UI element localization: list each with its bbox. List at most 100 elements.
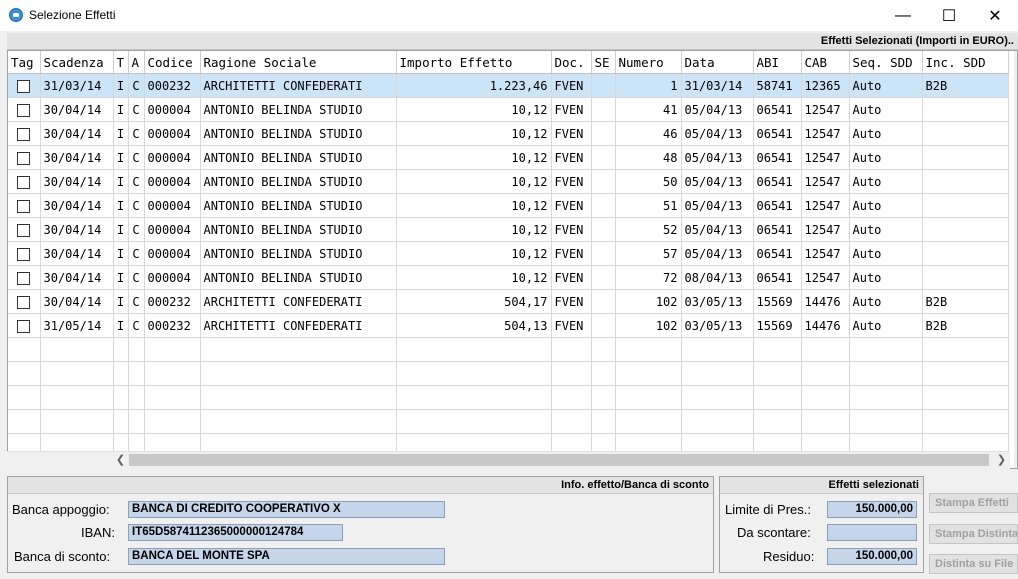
table-row[interactable]: 30/04/14 I C 000004 ANTONIO BELINDA STUDIO 10…: [8, 169, 1009, 194]
tag-checkbox[interactable]: [17, 79, 31, 93]
tag-cell: [8, 217, 41, 242]
scroll-left-icon[interactable]: ❮: [112, 452, 129, 469]
empty-cell: [396, 361, 552, 386]
importo-cell: 10,12: [396, 145, 552, 170]
table-row[interactable]: 31/03/14 I C 000232 ARCHITETTI CONFEDERATI 1.…: [8, 73, 1009, 98]
column-header[interactable]: Tag: [8, 51, 41, 74]
column-header[interactable]: T: [113, 51, 129, 74]
seq-sdd-cell: Auto: [849, 217, 923, 242]
numero-cell: 72: [615, 265, 682, 290]
scrollbar-thumb[interactable]: [129, 454, 989, 466]
empty-cell: [128, 361, 145, 386]
stampa-distinta-button[interactable]: Stampa Distinta: [929, 524, 1018, 544]
ragione-sociale-cell: ANTONIO BELINDA STUDIO: [200, 169, 397, 194]
empty-cell: [113, 385, 129, 410]
codice-cell: 000232: [144, 73, 201, 98]
grid-caption: Effetti Selezionati (Importi in EURO)..: [7, 33, 1018, 50]
iban-field: IT65D5874112365000000124784: [128, 524, 343, 541]
column-header[interactable]: Numero: [615, 51, 682, 74]
abi-cell: 06541: [753, 145, 802, 170]
column-header[interactable]: Inc. SDD: [922, 51, 1009, 74]
close-button[interactable]: ✕: [972, 0, 1018, 31]
column-header[interactable]: A: [128, 51, 145, 74]
vertical-scrollbar[interactable]: [1014, 51, 1017, 468]
column-header[interactable]: Ragione Sociale: [200, 51, 397, 74]
empty-cell: [849, 361, 923, 386]
column-header[interactable]: Doc.: [551, 51, 592, 74]
empty-cell: [200, 337, 397, 362]
tag-checkbox[interactable]: [17, 223, 31, 237]
column-header[interactable]: CAB: [801, 51, 850, 74]
empty-cell: [128, 385, 145, 410]
importo-cell: 10,12: [396, 241, 552, 266]
data-cell: 31/03/14: [681, 73, 754, 98]
scadenza-cell: 31/03/14: [40, 73, 114, 98]
empty-cell: [200, 385, 397, 410]
table-row[interactable]: 30/04/14 I C 000004 ANTONIO BELINDA STUDIO 10…: [8, 265, 1009, 290]
minimize-button[interactable]: —: [880, 0, 926, 31]
stampa-effetti-button[interactable]: Stampa Effetti: [929, 493, 1018, 513]
seq-sdd-cell: Auto: [849, 241, 923, 266]
importo-cell: 10,12: [396, 217, 552, 242]
tag-checkbox[interactable]: [17, 247, 31, 261]
tag-cell: [8, 241, 41, 266]
table-row[interactable]: 31/05/14 I C 000232 ARCHITETTI CONFEDERATI 50…: [8, 313, 1009, 338]
cab-cell: 12547: [801, 145, 850, 170]
empty-cell: [615, 337, 682, 362]
maximize-button[interactable]: ☐: [926, 0, 972, 31]
se-cell: [591, 217, 616, 242]
tag-checkbox[interactable]: [17, 151, 31, 165]
scroll-right-icon[interactable]: ❯: [993, 452, 1010, 469]
abi-cell: 58741: [753, 73, 802, 98]
se-cell: [591, 121, 616, 146]
tag-checkbox[interactable]: [17, 103, 31, 117]
ragione-sociale-cell: ARCHITETTI CONFEDERATI: [200, 313, 397, 338]
cab-cell: 12547: [801, 169, 850, 194]
tag-checkbox[interactable]: [17, 319, 31, 333]
inc-sdd-cell: [922, 169, 1009, 194]
tag-checkbox[interactable]: [17, 199, 31, 213]
a-cell: C: [128, 97, 145, 122]
tag-checkbox[interactable]: [17, 175, 31, 189]
ragione-sociale-cell: ARCHITETTI CONFEDERATI: [200, 73, 397, 98]
tag-checkbox[interactable]: [17, 271, 31, 285]
distinta-su-file-button[interactable]: Distinta su File: [929, 554, 1018, 574]
se-cell: [591, 97, 616, 122]
horizontal-scrollbar[interactable]: ❮ ❯: [7, 451, 1010, 469]
table-row[interactable]: 30/04/14 I C 000004 ANTONIO BELINDA STUDIO 10…: [8, 241, 1009, 266]
scadenza-cell: 30/04/14: [40, 241, 114, 266]
table-row[interactable]: 30/04/14 I C 000004 ANTONIO BELINDA STUDIO 10…: [8, 97, 1009, 122]
doc-cell: FVEN: [551, 193, 592, 218]
se-cell: [591, 145, 616, 170]
codice-cell: 000004: [144, 241, 201, 266]
importo-cell: 10,12: [396, 169, 552, 194]
tag-checkbox[interactable]: [17, 127, 31, 141]
table-row[interactable]: 30/04/14 I C 000004 ANTONIO BELINDA STUDIO 10…: [8, 145, 1009, 170]
effects-grid[interactable]: Tag Scadenza T A Codice Ragione Sociale Import…: [7, 50, 1018, 469]
codice-cell: 000004: [144, 97, 201, 122]
table-row[interactable]: 30/04/14 I C 000004 ANTONIO BELINDA STUDIO 10…: [8, 193, 1009, 218]
doc-cell: FVEN: [551, 313, 592, 338]
banca-sconto-field: BANCA DEL MONTE SPA: [128, 548, 445, 565]
a-cell: C: [128, 193, 145, 218]
table-row[interactable]: 30/04/14 I C 000004 ANTONIO BELINDA STUDIO 10…: [8, 217, 1009, 242]
column-header[interactable]: Codice: [144, 51, 201, 74]
scadenza-cell: 30/04/14: [40, 265, 114, 290]
column-header[interactable]: SE: [591, 51, 616, 74]
table-row[interactable]: 30/04/14 I C 000004 ANTONIO BELINDA STUDIO 10…: [8, 121, 1009, 146]
ragione-sociale-cell: ANTONIO BELINDA STUDIO: [200, 97, 397, 122]
column-header[interactable]: Importo Effetto: [396, 51, 552, 74]
table-row[interactable]: 30/04/14 I C 000232 ARCHITETTI CONFEDERATI 50…: [8, 289, 1009, 314]
empty-cell: [200, 409, 397, 434]
inc-sdd-cell: B2B: [922, 73, 1009, 98]
column-header[interactable]: Seq. SDD: [849, 51, 923, 74]
doc-cell: FVEN: [551, 265, 592, 290]
column-header[interactable]: Data: [681, 51, 754, 74]
se-cell: [591, 169, 616, 194]
column-header[interactable]: ABI: [753, 51, 802, 74]
importo-cell: 10,12: [396, 193, 552, 218]
seq-sdd-cell: Auto: [849, 313, 923, 338]
tag-checkbox[interactable]: [17, 295, 31, 309]
empty-cell: [40, 361, 114, 386]
column-header[interactable]: Scadenza: [40, 51, 114, 74]
